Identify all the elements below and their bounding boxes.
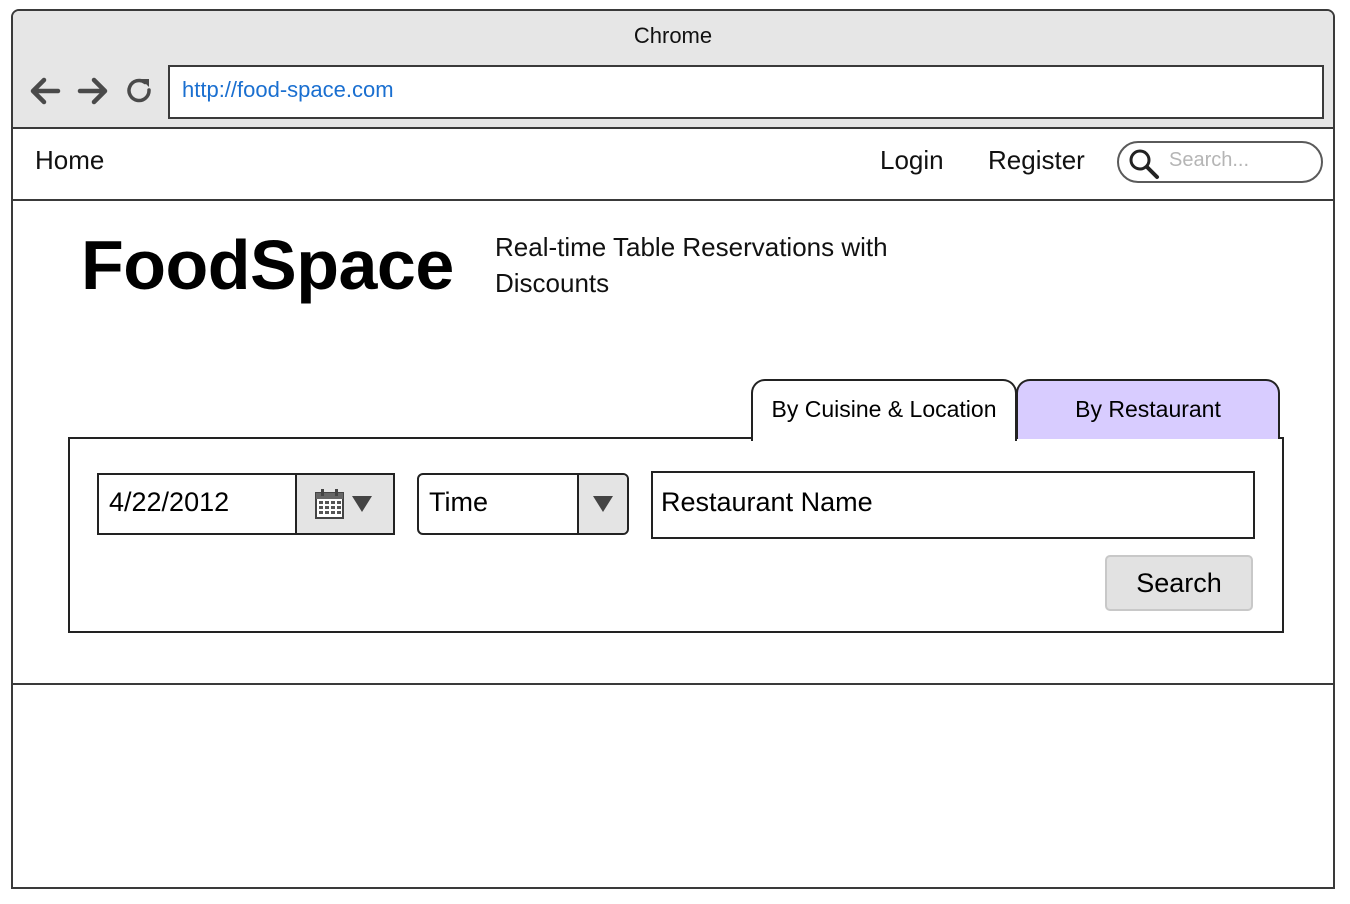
arrow-left-icon — [30, 77, 61, 105]
site-search-input[interactable]: Search... — [1117, 141, 1323, 183]
search-button[interactable]: Search — [1105, 555, 1253, 611]
calendar-dropdown-button[interactable] — [295, 475, 393, 533]
address-bar[interactable]: http://food-space.com — [168, 65, 1324, 119]
reload-icon — [127, 78, 151, 103]
tagline: Real-time Table Reservations with Discou… — [495, 232, 888, 298]
search-placeholder: Search... — [1169, 149, 1250, 171]
reload-button[interactable] — [121, 73, 157, 109]
nav-login-link[interactable]: Login — [880, 145, 944, 176]
back-button[interactable] — [27, 73, 63, 109]
chevron-down-icon — [593, 496, 613, 512]
window-title: Chrome — [633, 23, 713, 48]
search-icon — [1129, 149, 1159, 179]
calendar-icon — [315, 489, 344, 519]
tab-by-restaurant[interactable]: By Restaurant — [1016, 379, 1280, 439]
time-dropdown-button[interactable] — [577, 475, 627, 533]
time-value: Time — [429, 487, 488, 517]
forward-button[interactable] — [75, 73, 111, 109]
chevron-down-icon — [352, 496, 372, 512]
date-picker[interactable]: 4/22/2012 — [97, 473, 395, 535]
nav-home-link[interactable]: Home — [35, 145, 104, 176]
site-navbar: Home Login Register Search... — [13, 129, 1333, 201]
restaurant-name-input[interactable]: Restaurant Name — [651, 471, 1255, 539]
brand-logo: FoodSpace — [81, 226, 454, 304]
tab-by-cuisine-location[interactable]: By Cuisine & Location — [751, 379, 1017, 441]
section-divider — [13, 683, 1333, 685]
browser-window: Chrome http://food-space.com Home Login … — [11, 9, 1335, 889]
date-value: 4/22/2012 — [109, 487, 230, 517]
time-select[interactable]: Time — [417, 473, 629, 535]
browser-titlebar: Chrome http://food-space.com — [13, 11, 1333, 129]
nav-register-link[interactable]: Register — [988, 145, 1085, 176]
arrow-right-icon — [77, 77, 108, 105]
